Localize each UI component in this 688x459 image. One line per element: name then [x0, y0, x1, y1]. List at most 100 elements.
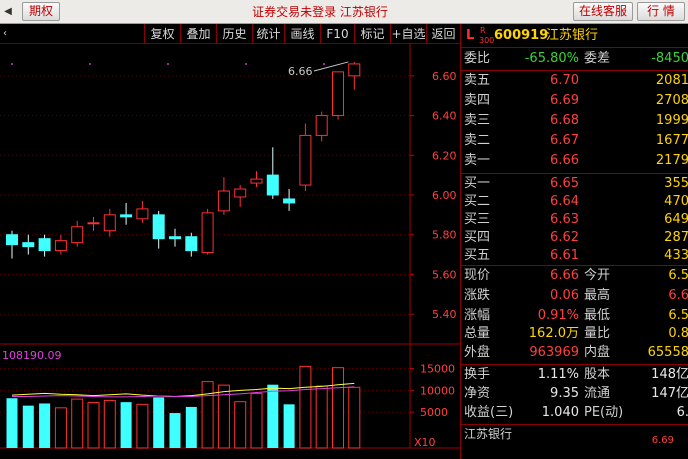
quote-value2: 6.5 — [668, 308, 688, 323]
volume-tick-label: 10000 — [420, 384, 455, 397]
candle-body-up[interactable] — [234, 188, 247, 198]
stock-terminal-window: ◀ 期权 证券交易未登录 江苏银行 在线客服 行 情 ‹ 复权 叠加 历史 统计… — [0, 0, 688, 459]
bid-volume: 470 — [664, 194, 688, 209]
bid-volume: 287 — [664, 230, 688, 245]
candle-body-up[interactable] — [71, 226, 84, 244]
candle-body-down[interactable] — [6, 234, 18, 246]
ask-row[interactable]: 卖一 6.66 2179 — [461, 151, 688, 171]
ask-row[interactable]: 卖二 6.67 1677 — [461, 131, 688, 151]
candle-body-up[interactable] — [315, 115, 328, 136]
candle-body-down[interactable] — [120, 214, 133, 218]
fundamental-label: 净资 — [464, 386, 491, 401]
ask-price: 6.70 — [550, 73, 579, 88]
candle-body-down[interactable] — [22, 242, 35, 248]
quote-panel: L R 300 600919 江苏银行 委比 -65.80% 委差 -8450 … — [460, 24, 688, 459]
fundamental-label: 收益(三) — [464, 405, 514, 420]
top-marker-dot — [245, 63, 247, 65]
candle-body-up[interactable] — [54, 240, 67, 252]
fundamental-label2: 流通 — [584, 386, 611, 401]
candle-body-down[interactable] — [283, 198, 296, 204]
candle-body-up[interactable] — [348, 63, 361, 77]
ask-level-label: 卖一 — [464, 153, 491, 168]
volume-bar-up — [348, 386, 361, 449]
bid-row[interactable]: 买二 6.64 470 — [461, 192, 688, 212]
candle-body-up[interactable] — [201, 212, 214, 254]
ask-level-label: 卖二 — [464, 133, 491, 148]
collapse-arrow-icon[interactable]: ◀ — [2, 5, 14, 18]
quote-button[interactable]: 行 情 — [637, 2, 685, 21]
candle-body-down[interactable] — [152, 214, 165, 240]
volume-bar-up — [136, 403, 149, 449]
candle-body-up[interactable] — [136, 208, 149, 220]
ask-volume: 2708 — [655, 93, 688, 108]
weicha-label: 委差 — [584, 51, 611, 66]
candle-body-down[interactable] — [169, 236, 181, 240]
quote-label: 涨幅 — [464, 308, 491, 323]
candle-body-up[interactable] — [250, 178, 263, 184]
quote-row: 涨跌 0.06 最高 6.6 — [461, 286, 688, 306]
toolbar-back[interactable]: 返回 — [426, 24, 460, 44]
bid-volume: 355 — [664, 176, 688, 191]
volume-bar-down — [39, 403, 51, 448]
fundamental-value2: 6. — [676, 405, 688, 420]
mini-chart-price[interactable]: 6.69 — [652, 435, 674, 447]
chart-toolbar: ‹ 复权 叠加 历史 统计 画线 F10 标记 +自选 返回 — [0, 24, 460, 44]
toolbar-statistics[interactable]: 统计 — [252, 24, 284, 44]
toolbar-f10[interactable]: F10 — [320, 24, 354, 44]
bid-level-label: 买二 — [464, 194, 491, 209]
volume-bar-up — [201, 381, 214, 449]
price-tick-label: 5.40 — [432, 308, 457, 321]
stock-name: 江苏银行 — [546, 28, 599, 43]
fundamental-row: 换手 1.11% 股本 148亿 — [461, 365, 688, 385]
quote-row: 总量 162.0万 量比 0.8 — [461, 324, 688, 344]
bid-level-label: 买一 — [464, 176, 491, 191]
online-service-button[interactable]: 在线客服 — [573, 2, 633, 21]
quote-label2: 最高 — [584, 288, 611, 303]
quote-value: 963969 — [529, 345, 579, 360]
candle-body-up[interactable] — [87, 222, 100, 225]
candle-body-up[interactable] — [217, 190, 230, 212]
top-marker-dot — [89, 63, 91, 65]
fundamental-value: 1.11% — [537, 367, 579, 382]
ask-row[interactable]: 卖三 6.68 1999 — [461, 111, 688, 131]
candle-body-down[interactable] — [185, 236, 198, 252]
toolbar-add-watchlist[interactable]: +自选 — [390, 24, 426, 44]
price-tick-label: 5.60 — [432, 268, 457, 281]
period-button[interactable]: 期权 — [22, 2, 60, 21]
volume-bar-down — [6, 398, 18, 448]
quote-value2: 6.5 — [668, 268, 688, 283]
candle-body-up[interactable] — [299, 134, 312, 186]
volume-bar-up — [54, 407, 67, 449]
fundamental-value2: 148亿 — [651, 367, 688, 382]
toolbar-draw-line[interactable]: 画线 — [284, 24, 320, 44]
ask-row[interactable]: 卖五 6.70 2081 — [461, 71, 688, 91]
toolbar-overlay[interactable]: 叠加 — [180, 24, 216, 44]
bid-volume: 433 — [664, 248, 688, 263]
kline-chart[interactable]: 6.60 6.40 6.20 6.00 5.80 5.60 5.40 15000 10000 50… — [0, 44, 460, 459]
bid-row[interactable]: 买三 6.63 649 — [461, 210, 688, 230]
toolbar-scroll-left-icon[interactable]: ‹ — [0, 24, 10, 44]
volume-bar-down — [153, 397, 165, 448]
candle-body-down[interactable] — [266, 174, 279, 196]
volume-bar-down — [267, 384, 279, 448]
candle-body-up[interactable] — [332, 71, 344, 117]
top-marker-dot — [167, 63, 169, 65]
volume-bar-down — [283, 404, 295, 448]
toolbar-history[interactable]: 历史 — [216, 24, 252, 44]
quote-label2: 内盘 — [584, 345, 611, 360]
toolbar-mark[interactable]: 标记 — [354, 24, 390, 44]
candle-body-down[interactable] — [38, 238, 51, 252]
bid-row[interactable]: 买四 6.62 287 — [461, 228, 688, 248]
quote-value2: 65558 — [647, 345, 688, 360]
ask-price: 6.66 — [550, 153, 579, 168]
toolbar-fuquan[interactable]: 复权 — [144, 24, 180, 44]
ask-row[interactable]: 卖四 6.69 2708 — [461, 91, 688, 111]
bid-row[interactable]: 买五 6.61 433 — [461, 246, 688, 266]
bid-row[interactable]: 买一 6.65 355 — [461, 174, 688, 194]
fundamental-value: 9.35 — [550, 386, 579, 401]
bid-price: 6.61 — [550, 248, 579, 263]
volume-bar-up — [103, 399, 116, 449]
price-tick-label: 5.80 — [432, 229, 457, 242]
candle-body-up[interactable] — [103, 214, 116, 232]
bid-price: 6.64 — [550, 194, 579, 209]
